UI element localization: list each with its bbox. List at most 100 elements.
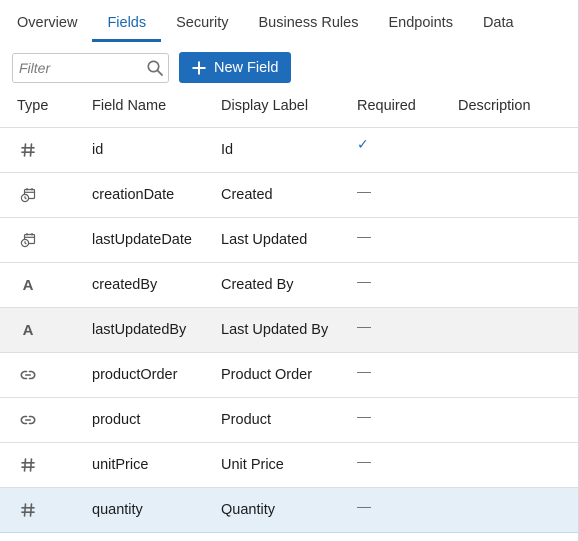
required-cell: — [357,308,452,352]
field-name-cell: id [92,128,217,172]
field-name-cell: quantity [92,488,217,532]
description-cell [458,308,568,352]
column-header-display-label[interactable]: Display Label [221,84,351,127]
display-label-cell-text: Quantity [221,502,275,518]
tab-security[interactable]: Security [161,0,243,42]
type-cell [20,173,80,217]
description-cell [458,218,568,262]
display-label-cell: Product Order [221,353,351,397]
tab-bar: Overview Fields Security Business Rules … [0,0,578,42]
table-row[interactable]: AcreatedBy Created By — [0,263,578,308]
display-label-cell: Last Updated By [221,308,351,352]
tab-data[interactable]: Data [468,0,529,42]
tab-business-rules[interactable]: Business Rules [244,0,374,42]
filter-input[interactable] [19,54,139,81]
type-cell: A [20,263,80,307]
fields-toolbar: New Field [12,52,292,83]
number-icon [21,458,35,472]
type-cell [20,353,80,397]
required-check-icon: ✓ [357,135,369,152]
fields-panel: Overview Fields Security Business Rules … [0,0,579,541]
field-name-cell-text: creationDate [92,187,175,203]
field-name-cell: productOrder [92,353,217,397]
required-cell: — [357,263,452,307]
new-field-label: New Field [214,59,279,76]
not-required-dash: — [357,318,371,334]
table-row[interactable]: lastUpdateDate Last Updated — [0,218,578,263]
type-cell [20,398,80,442]
table-row[interactable]: quantity Quantity — [0,488,578,533]
field-name-cell-text: createdBy [92,277,158,293]
column-header-required[interactable]: Required [357,84,452,127]
not-required-dash: — [357,498,371,514]
text-icon: A [22,276,34,294]
field-name-cell: lastUpdateDate [92,218,217,262]
field-name-cell-text: quantity [92,502,143,518]
datetime-icon [20,188,36,203]
display-label-cell-text: Created By [221,277,294,293]
display-label-cell: Created By [221,263,351,307]
display-label-cell-text: Unit Price [221,457,284,473]
search-icon[interactable] [146,59,164,77]
number-icon [21,143,35,157]
table-row[interactable]: unitPrice Unit Price — [0,443,578,488]
not-required-dash: — [357,408,371,424]
filter-field [12,52,169,83]
table-row[interactable]: id Id ✓ [0,128,578,173]
type-cell [20,488,80,532]
field-name-cell-text: unitPrice [92,457,149,473]
display-label-cell-text: Created [221,187,273,203]
table-row[interactable]: product Product — [0,398,578,443]
field-name-cell-text: lastUpdatedBy [92,322,187,338]
required-cell: — [357,218,452,262]
field-name-cell: unitPrice [92,443,217,487]
table-header-row: Type Field Name Display Label Required D… [0,84,578,128]
field-name-cell-text: id [92,142,104,158]
required-cell: — [357,488,452,532]
new-field-button[interactable]: New Field [179,52,292,83]
column-header-field-name[interactable]: Field Name [92,84,217,127]
datetime-icon [20,233,36,248]
not-required-dash: — [357,453,371,469]
field-name-cell-text: productOrder [92,367,178,383]
display-label-cell: Unit Price [221,443,351,487]
table-row[interactable]: creationDate Created — [0,173,578,218]
number-icon [21,503,35,517]
display-label-cell-text: Product [221,412,271,428]
table-row[interactable]: productOrder Product Order — [0,353,578,398]
required-cell: ✓ [357,128,452,172]
type-cell [20,128,80,172]
plus-icon [192,61,206,74]
type-cell [20,443,80,487]
tab-overview[interactable]: Overview [2,0,92,42]
column-header-type[interactable]: Type [17,84,77,127]
field-name-cell: lastUpdatedBy [92,308,217,352]
display-label-cell: Id [221,128,351,172]
description-cell [458,488,568,532]
description-cell [458,173,568,217]
link-icon [20,370,36,380]
tab-endpoints[interactable]: Endpoints [373,0,468,42]
display-label-cell: Last Updated [221,218,351,262]
required-cell: — [357,398,452,442]
tab-fields[interactable]: Fields [92,0,161,42]
field-name-cell: product [92,398,217,442]
required-cell: — [357,443,452,487]
description-cell [458,128,568,172]
link-icon [20,415,36,425]
display-label-cell-text: Last Updated [221,232,308,248]
field-name-cell: createdBy [92,263,217,307]
display-label-cell: Quantity [221,488,351,532]
table-row[interactable]: AlastUpdatedBy Last Updated By — [0,308,578,353]
not-required-dash: — [357,363,371,379]
description-cell [458,443,568,487]
display-label-cell-text: Product Order [221,367,313,383]
type-cell [20,218,80,262]
display-label-cell: Created [221,173,351,217]
field-name-cell-text: product [92,412,141,428]
not-required-dash: — [357,228,371,244]
display-label-cell: Product [221,398,351,442]
column-header-description[interactable]: Description [458,84,568,127]
field-name-cell-text: lastUpdateDate [92,232,192,248]
fields-table: Type Field Name Display Label Required D… [0,84,578,533]
